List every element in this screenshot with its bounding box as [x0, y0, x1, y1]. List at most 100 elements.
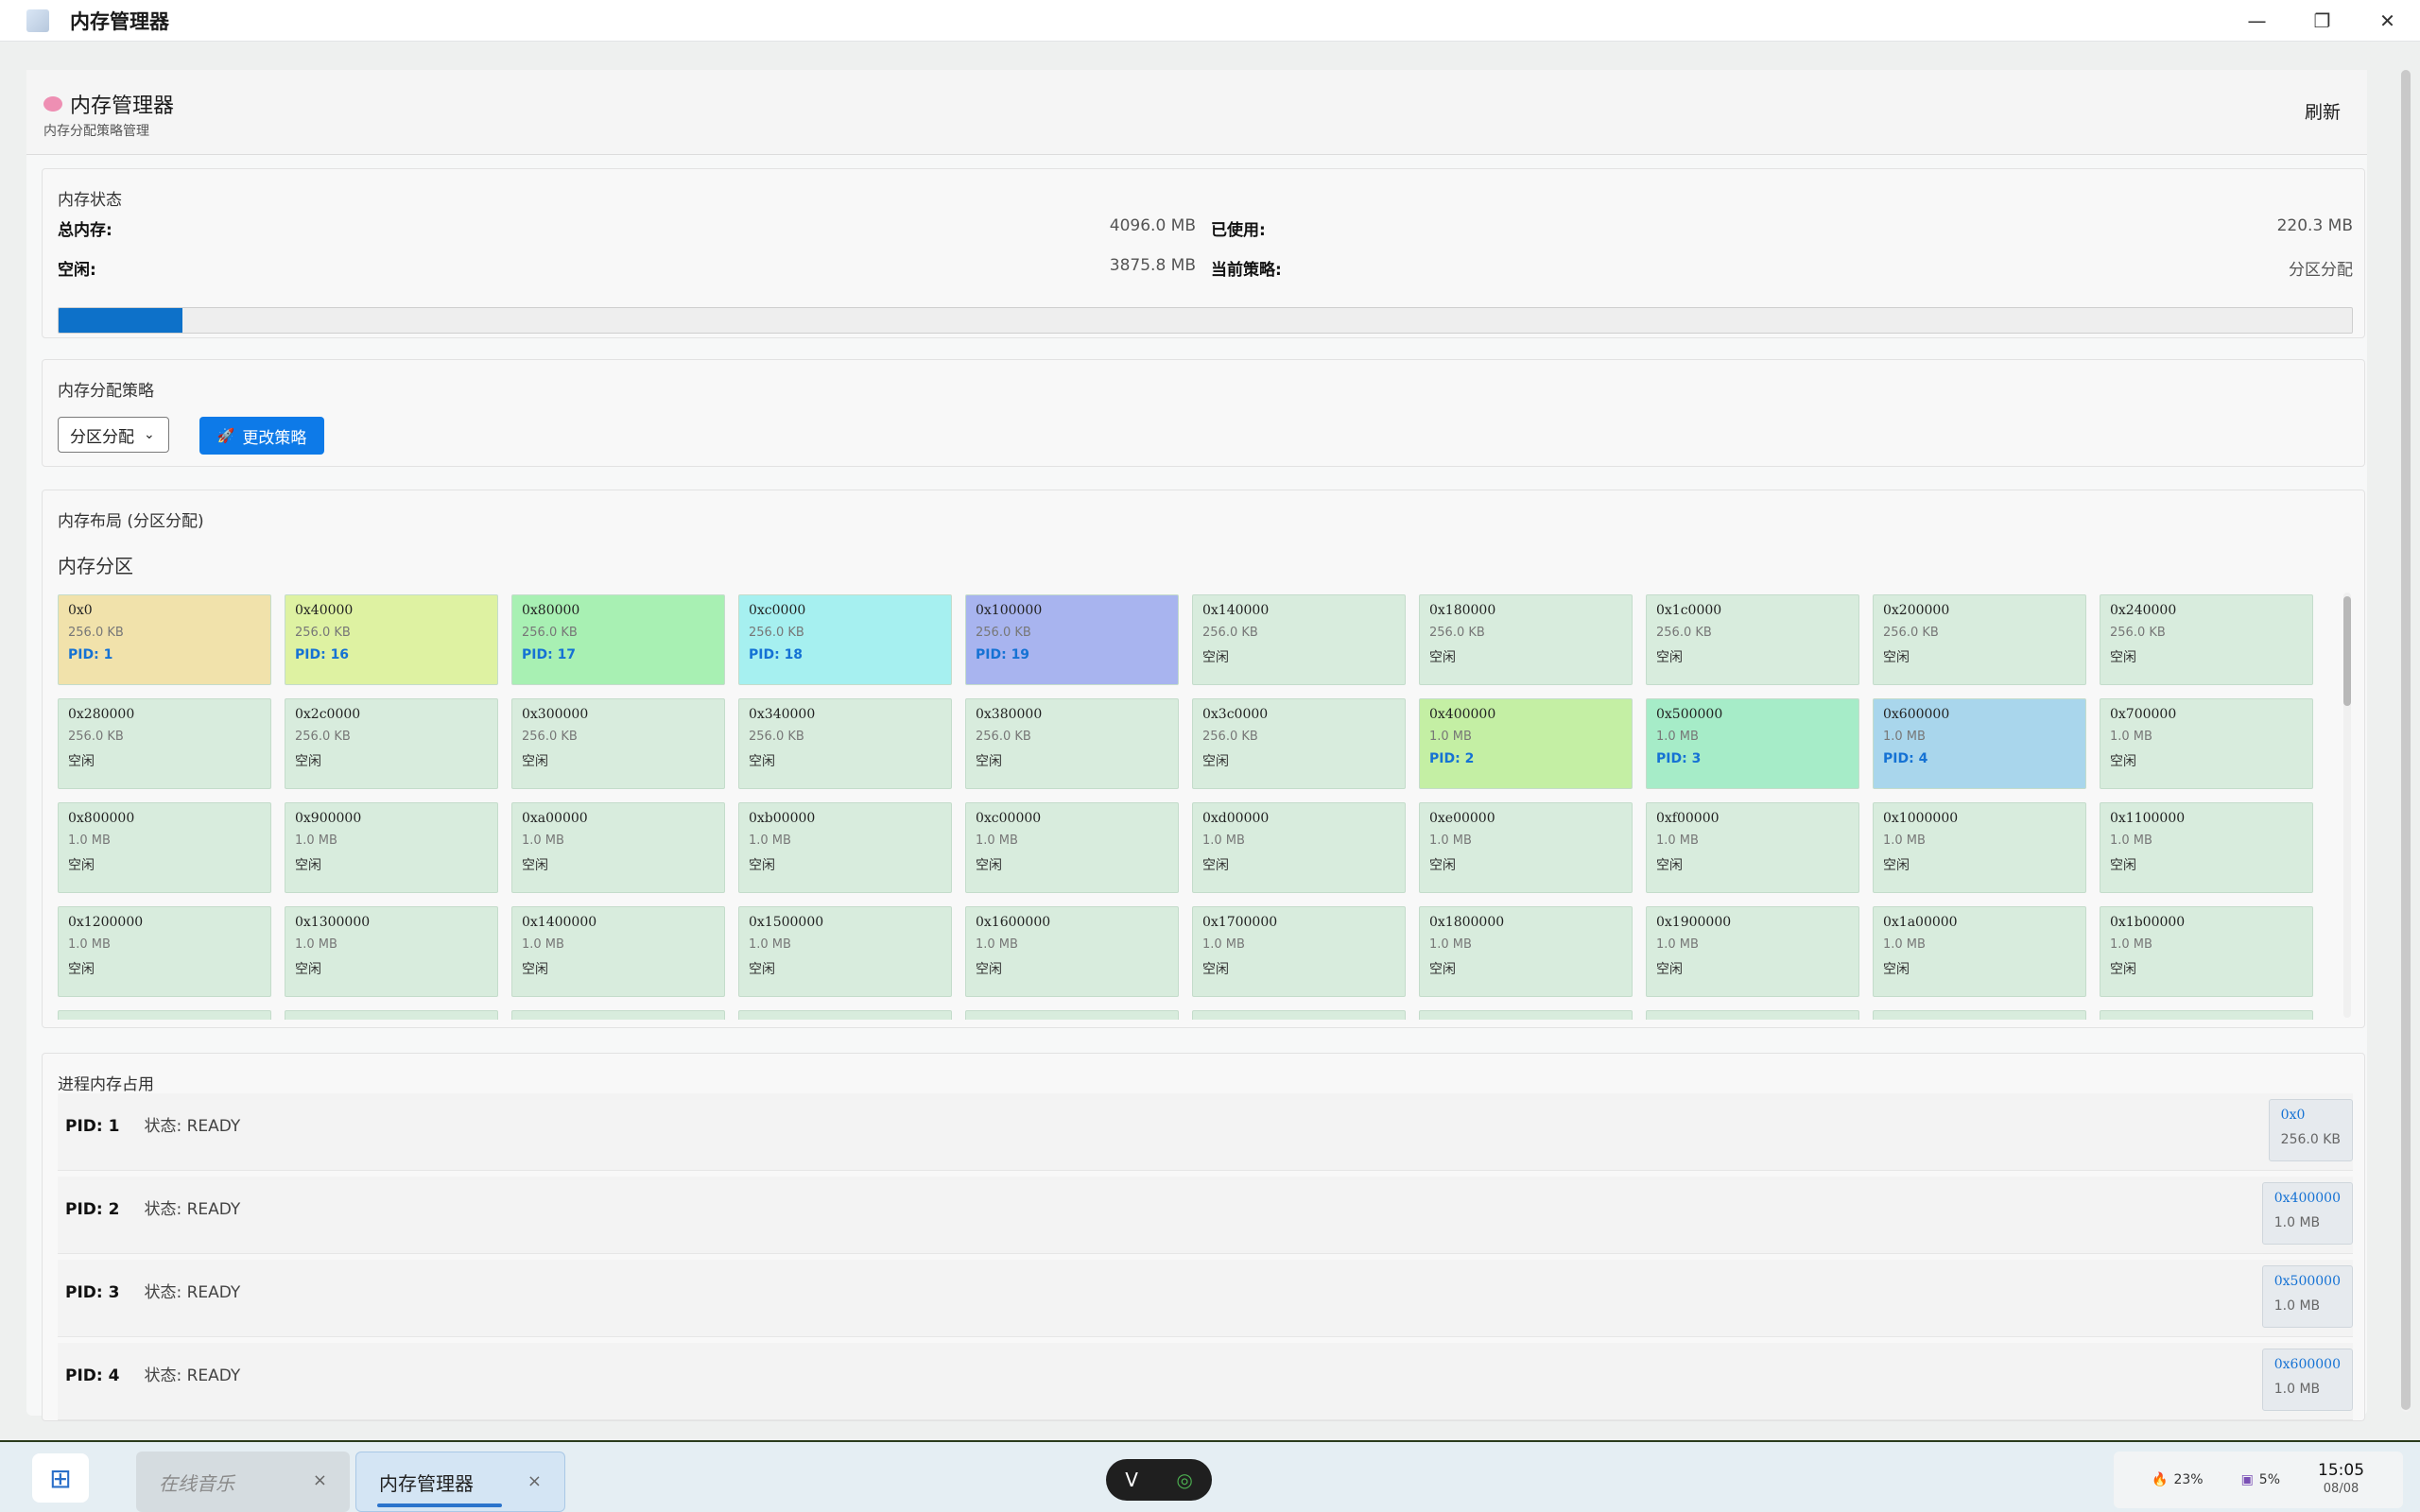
maximize-button[interactable]: ❐ [2290, 0, 2355, 42]
partition-block[interactable] [1646, 1010, 1859, 1020]
partition-block[interactable]: 0xc00000 1.0 MB 空闲 [965, 802, 1179, 893]
partition-block[interactable]: 0x1700000 1.0 MB 空闲 [1192, 906, 1406, 997]
start-button[interactable]: ⊞ [32, 1453, 89, 1503]
partition-block[interactable]: 0x140000 256.0 KB 空闲 [1192, 594, 1406, 685]
partition-block[interactable]: 0x1200000 1.0 MB 空闲 [58, 906, 271, 997]
partition-address: 0xa00000 [522, 811, 588, 826]
partition-block[interactable]: 0x1500000 1.0 MB 空闲 [738, 906, 952, 997]
close-icon[interactable]: × [527, 1471, 542, 1491]
process-allocation-chip[interactable]: 0x0 256.0 KB [2268, 1099, 2353, 1161]
partition-size: 256.0 KB [2110, 626, 2166, 640]
partition-block[interactable]: 0x1400000 1.0 MB 空闲 [511, 906, 725, 997]
process-pid: PID: 3 [65, 1283, 120, 1302]
partition-block[interactable] [511, 1010, 725, 1020]
partition-block[interactable]: 0x400000 1.0 MB PID: 2 [1419, 698, 1633, 789]
partition-block[interactable]: 0x180000 256.0 KB 空闲 [1419, 594, 1633, 685]
partition-block[interactable]: 0x280000 256.0 KB 空闲 [58, 698, 271, 789]
partition-block[interactable]: 0x800000 1.0 MB 空闲 [58, 802, 271, 893]
cpu-indicator[interactable]: 🔥 23% [2152, 1472, 2204, 1487]
partition-address: 0xc00000 [976, 811, 1042, 826]
partition-block[interactable] [738, 1010, 952, 1020]
partition-address: 0x40000 [295, 603, 354, 618]
partition-block[interactable]: 0x40000 256.0 KB PID: 16 [285, 594, 498, 685]
partition-block[interactable] [58, 1010, 271, 1020]
partition-scrollbar[interactable] [2343, 593, 2351, 1018]
taskbar-tab-music[interactable]: 在线音乐 × [136, 1452, 350, 1512]
app-icon [26, 9, 49, 32]
memory-indicator[interactable]: ▣ 5% [2241, 1472, 2280, 1487]
partition-grid: 0x0 256.0 KB PID: 1 0x40000 256.0 KB PID: 16 0… [58, 594, 2336, 1020]
partition-block[interactable]: 0x1100000 1.0 MB 空闲 [2100, 802, 2313, 893]
close-button[interactable]: ✕ [2355, 0, 2420, 42]
partition-owner: 空闲 [295, 858, 321, 873]
partition-block[interactable]: 0x1800000 1.0 MB 空闲 [1419, 906, 1633, 997]
partition-block[interactable]: 0x1600000 1.0 MB 空闲 [965, 906, 1179, 997]
partition-block[interactable]: 0xf00000 1.0 MB 空闲 [1646, 802, 1859, 893]
partition-block[interactable]: 0x100000 256.0 KB PID: 19 [965, 594, 1179, 685]
partition-block[interactable]: 0xb00000 1.0 MB 空闲 [738, 802, 952, 893]
minimize-button[interactable]: — [2224, 0, 2290, 42]
partition-block[interactable]: 0x0 256.0 KB PID: 1 [58, 594, 271, 685]
partition-address: 0x340000 [749, 707, 816, 722]
partition-block[interactable] [965, 1010, 1179, 1020]
partition-size: 1.0 MB [976, 833, 1018, 848]
partition-block[interactable]: 0x380000 256.0 KB 空闲 [965, 698, 1179, 789]
partition-block[interactable] [1419, 1010, 1633, 1020]
partition-owner: 空闲 [2110, 962, 2136, 977]
process-row[interactable]: PID: 3 状态: READY 0x500000 1.0 MB [58, 1260, 2353, 1337]
partition-block[interactable]: 0x300000 256.0 KB 空闲 [511, 698, 725, 789]
process-row[interactable]: PID: 4 状态: READY 0x600000 1.0 MB [58, 1343, 2353, 1420]
strategy-select[interactable]: 分区分配 ⌄ [58, 417, 169, 453]
partition-block[interactable]: 0x1b00000 1.0 MB 空闲 [2100, 906, 2313, 997]
partition-size: 1.0 MB [2110, 833, 2152, 848]
partition-block[interactable]: 0x1a00000 1.0 MB 空闲 [1873, 906, 2086, 997]
partition-owner: 空闲 [1656, 962, 1683, 977]
partition-block[interactable] [2100, 1010, 2313, 1020]
page-scrollbar[interactable] [2401, 70, 2411, 1412]
clock[interactable]: 15:05 08/08 [2318, 1461, 2364, 1499]
partition-block[interactable]: 0x900000 1.0 MB 空闲 [285, 802, 498, 893]
partition-block[interactable]: 0x1c0000 256.0 KB 空闲 [1646, 594, 1859, 685]
process-allocation-chip[interactable]: 0x400000 1.0 MB [2261, 1182, 2353, 1245]
partition-size: 1.0 MB [1656, 730, 1699, 744]
process-allocation-chip[interactable]: 0x600000 1.0 MB [2261, 1349, 2353, 1411]
partition-size: 256.0 KB [1883, 626, 1939, 640]
page-scrollbar-thumb[interactable] [2401, 70, 2411, 1410]
target-icon[interactable]: ◎ [1176, 1469, 1192, 1491]
partition-block[interactable]: 0x2c0000 256.0 KB 空闲 [285, 698, 498, 789]
process-allocation-chip[interactable]: 0x500000 1.0 MB [2261, 1265, 2353, 1328]
partition-block[interactable] [1873, 1010, 2086, 1020]
partition-block[interactable]: 0x600000 1.0 MB PID: 4 [1873, 698, 2086, 789]
partition-owner: 空闲 [522, 754, 548, 769]
partition-block[interactable]: 0x240000 256.0 KB 空闲 [2100, 594, 2313, 685]
refresh-button[interactable]: 刷新 [2305, 98, 2341, 124]
partition-block[interactable]: 0x340000 256.0 KB 空闲 [738, 698, 952, 789]
partition-block[interactable]: 0x3c0000 256.0 KB 空闲 [1192, 698, 1406, 789]
partition-block[interactable]: 0x1000000 1.0 MB 空闲 [1873, 802, 2086, 893]
partition-block[interactable]: 0x80000 256.0 KB PID: 17 [511, 594, 725, 685]
close-icon[interactable]: × [313, 1470, 327, 1490]
process-info: PID: 1 状态: READY [65, 1112, 240, 1136]
partition-block[interactable]: 0xc0000 256.0 KB PID: 18 [738, 594, 952, 685]
partition-block[interactable]: 0x700000 1.0 MB 空闲 [2100, 698, 2313, 789]
partition-owner: 空闲 [1429, 650, 1456, 665]
change-strategy-button[interactable]: 🚀 更改策略 [199, 417, 324, 455]
process-row[interactable]: PID: 2 状态: READY 0x400000 1.0 MB [58, 1177, 2353, 1254]
partition-block[interactable] [1192, 1010, 1406, 1020]
strategy-select-value: 分区分配 [70, 427, 134, 447]
partition-owner: 空闲 [1202, 754, 1229, 769]
partition-block[interactable]: 0x1300000 1.0 MB 空闲 [285, 906, 498, 997]
partition-block[interactable] [285, 1010, 498, 1020]
partition-block[interactable]: 0x500000 1.0 MB PID: 3 [1646, 698, 1859, 789]
v-logo-icon[interactable]: V [1125, 1469, 1138, 1491]
partition-block[interactable]: 0x1900000 1.0 MB 空闲 [1646, 906, 1859, 997]
partition-block[interactable]: 0xe00000 1.0 MB 空闲 [1419, 802, 1633, 893]
process-row[interactable]: PID: 1 状态: READY 0x0 256.0 KB [58, 1093, 2353, 1171]
process-state: 状态: READY [144, 1200, 241, 1219]
taskbar-tab-memory-manager[interactable]: 内存管理器 × [355, 1452, 565, 1512]
partition-scrollbar-thumb[interactable] [2343, 596, 2351, 706]
partition-block[interactable]: 0x200000 256.0 KB 空闲 [1873, 594, 2086, 685]
partition-block[interactable]: 0xa00000 1.0 MB 空闲 [511, 802, 725, 893]
partition-block[interactable]: 0xd00000 1.0 MB 空闲 [1192, 802, 1406, 893]
partition-address: 0x1000000 [1883, 811, 1959, 826]
